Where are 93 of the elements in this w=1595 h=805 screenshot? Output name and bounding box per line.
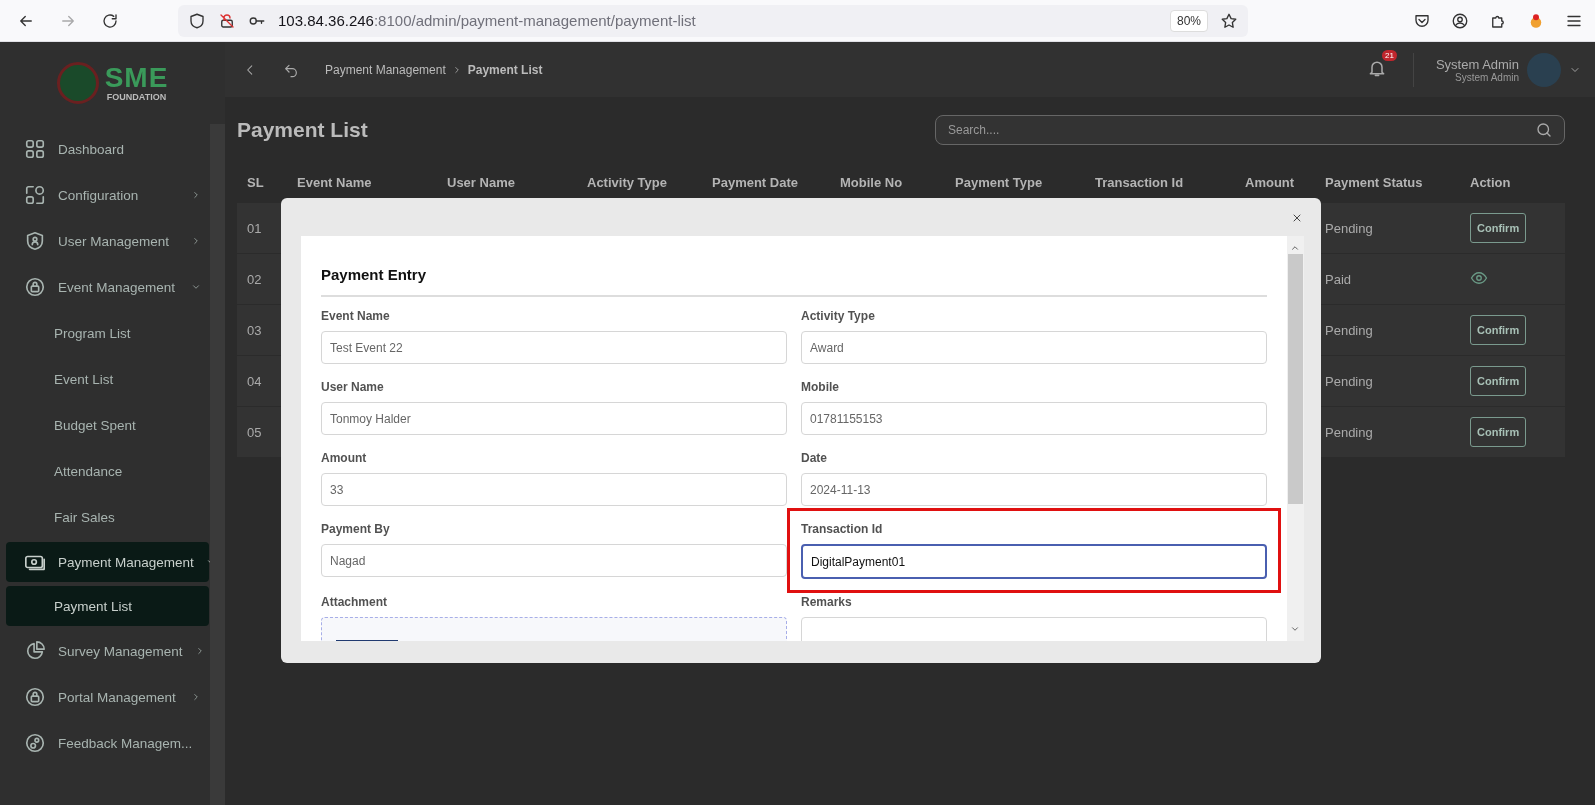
url-text: 103.84.36.246:8100/admin/payment-management/payment-list: [278, 12, 696, 29]
field-label: Transaction Id: [801, 522, 884, 536]
sidebar-subitem[interactable]: Budget Spent: [6, 402, 209, 448]
pie-chart-icon: [24, 640, 46, 662]
table-cell-text: Pending: [1324, 424, 1374, 440]
column-header: Transaction Id: [1094, 174, 1185, 190]
input-field[interactable]: 01781155153: [801, 402, 1267, 435]
page-title: Payment List: [237, 118, 368, 142]
column-header: Activity Type: [586, 174, 668, 190]
breadcrumb-item: Payment List: [467, 62, 543, 77]
chat-circle-icon: [24, 732, 46, 754]
table-cell-text: 04: [246, 373, 263, 389]
reload-icon: [101, 11, 119, 30]
input-field[interactable]: DigitalPayment01: [801, 544, 1267, 579]
table-cell-text: 03: [246, 322, 263, 338]
input-field[interactable]: 33: [321, 473, 787, 506]
sidebar-item[interactable]: Feedback Managem...: [6, 720, 209, 766]
confirm-button[interactable]: Confirm: [1470, 315, 1527, 345]
field-label: Event Name: [321, 309, 391, 323]
table-cell-text: 05: [246, 424, 263, 440]
breadcrumb-item[interactable]: Payment Management: [325, 62, 446, 77]
sidebar-item[interactable]: User Management: [6, 218, 209, 264]
input-field[interactable]: 2024-11-13: [801, 473, 1267, 506]
chevron-right-icon: [191, 235, 201, 246]
sidebar-item[interactable]: Dashboard: [6, 126, 209, 172]
column-header: Event Name: [296, 174, 373, 190]
table-cell-text: 02: [246, 271, 263, 287]
search-field[interactable]: Search....: [935, 115, 1565, 145]
confirm-button[interactable]: Confirm: [1470, 213, 1527, 243]
chevron-right-icon: [191, 691, 201, 702]
sidebar-subitem[interactable]: Attendance: [6, 448, 209, 494]
column-header: Payment Status: [1324, 174, 1424, 190]
user-role: System Admin: [1455, 71, 1519, 83]
confirm-button[interactable]: Confirm: [1470, 366, 1527, 396]
address-bar[interactable]: 103.84.36.246:8100/admin/payment-management/payment-list 80%: [178, 4, 1248, 37]
modal-title: Payment Entry: [321, 266, 1267, 297]
avatar[interactable]: [1527, 52, 1561, 87]
scrollbar[interactable]: [1287, 236, 1304, 641]
table-cell-text: Paid: [1324, 271, 1353, 287]
table-cell-text: 01: [246, 220, 263, 236]
sidebar-item[interactable]: Event Management: [6, 264, 209, 310]
column-header: SL: [246, 174, 265, 190]
notification-count: 21: [1382, 49, 1397, 61]
input-field[interactable]: Nagad: [321, 544, 787, 577]
column-header: Payment Type: [954, 174, 1044, 190]
zoom-level[interactable]: 80%: [1169, 9, 1208, 32]
shield-icon: [24, 230, 46, 252]
emblem-logo: [56, 62, 99, 104]
table-cell-text: Pending: [1324, 220, 1374, 236]
logo-subtext: FOUNDATION: [106, 92, 167, 102]
sidebar-item[interactable]: Survey Management: [6, 628, 209, 674]
shield-icon: [188, 11, 206, 30]
chevron-right-icon: [191, 189, 201, 200]
field-label: User Name: [321, 380, 385, 394]
sidebar-subitem[interactable]: Payment List: [6, 586, 209, 626]
close-icon: [1291, 212, 1303, 224]
sidebar-subitem[interactable]: Event List: [6, 356, 209, 402]
field-label: Date: [801, 451, 828, 465]
column-header: User Name: [446, 174, 516, 190]
lock-circle-icon: [24, 276, 46, 298]
search-icon: [1535, 121, 1553, 139]
lock-slash-icon: [218, 11, 236, 30]
sidebar-item[interactable]: Portal Management: [6, 674, 209, 720]
field-label: Attachment: [321, 595, 388, 609]
field-label: Activity Type: [801, 309, 876, 323]
field-label: Payment By: [321, 522, 391, 536]
logo-text: SME: [104, 64, 169, 92]
field-label: Mobile: [801, 380, 840, 394]
sidebar-subitem[interactable]: Fair Sales: [6, 494, 209, 540]
table-cell-text: Pending: [1324, 373, 1374, 389]
confirm-button[interactable]: Confirm: [1470, 417, 1527, 447]
star-icon: [1220, 11, 1238, 30]
scrollbar[interactable]: [210, 124, 225, 805]
chevron-down-icon: [1290, 624, 1300, 634]
input-field[interactable]: Award: [801, 331, 1267, 364]
column-header: Amount: [1244, 174, 1296, 190]
grid-icon: [24, 138, 46, 160]
table-cell-text: Pending: [1324, 322, 1374, 338]
column-header: Mobile No: [839, 174, 904, 190]
field-label: Remarks: [801, 595, 853, 609]
input-field[interactable]: Tonmoy Halder: [321, 402, 787, 435]
column-header: Payment Date: [711, 174, 799, 190]
user-name: System Admin: [1435, 56, 1519, 72]
shapes-icon: [24, 184, 46, 206]
column-header: Action: [1469, 174, 1512, 190]
chevron-up-icon: [1290, 243, 1300, 253]
input-field[interactable]: Test Event 22: [321, 331, 787, 364]
lock-circle-icon: [24, 686, 46, 708]
sidebar-subitem[interactable]: Program List: [6, 310, 209, 356]
sidebar-item[interactable]: Payment Management: [6, 542, 209, 582]
sidebar-item[interactable]: Configuration: [6, 172, 209, 218]
account-icon: [1451, 11, 1469, 30]
field-label: Amount: [321, 451, 368, 465]
